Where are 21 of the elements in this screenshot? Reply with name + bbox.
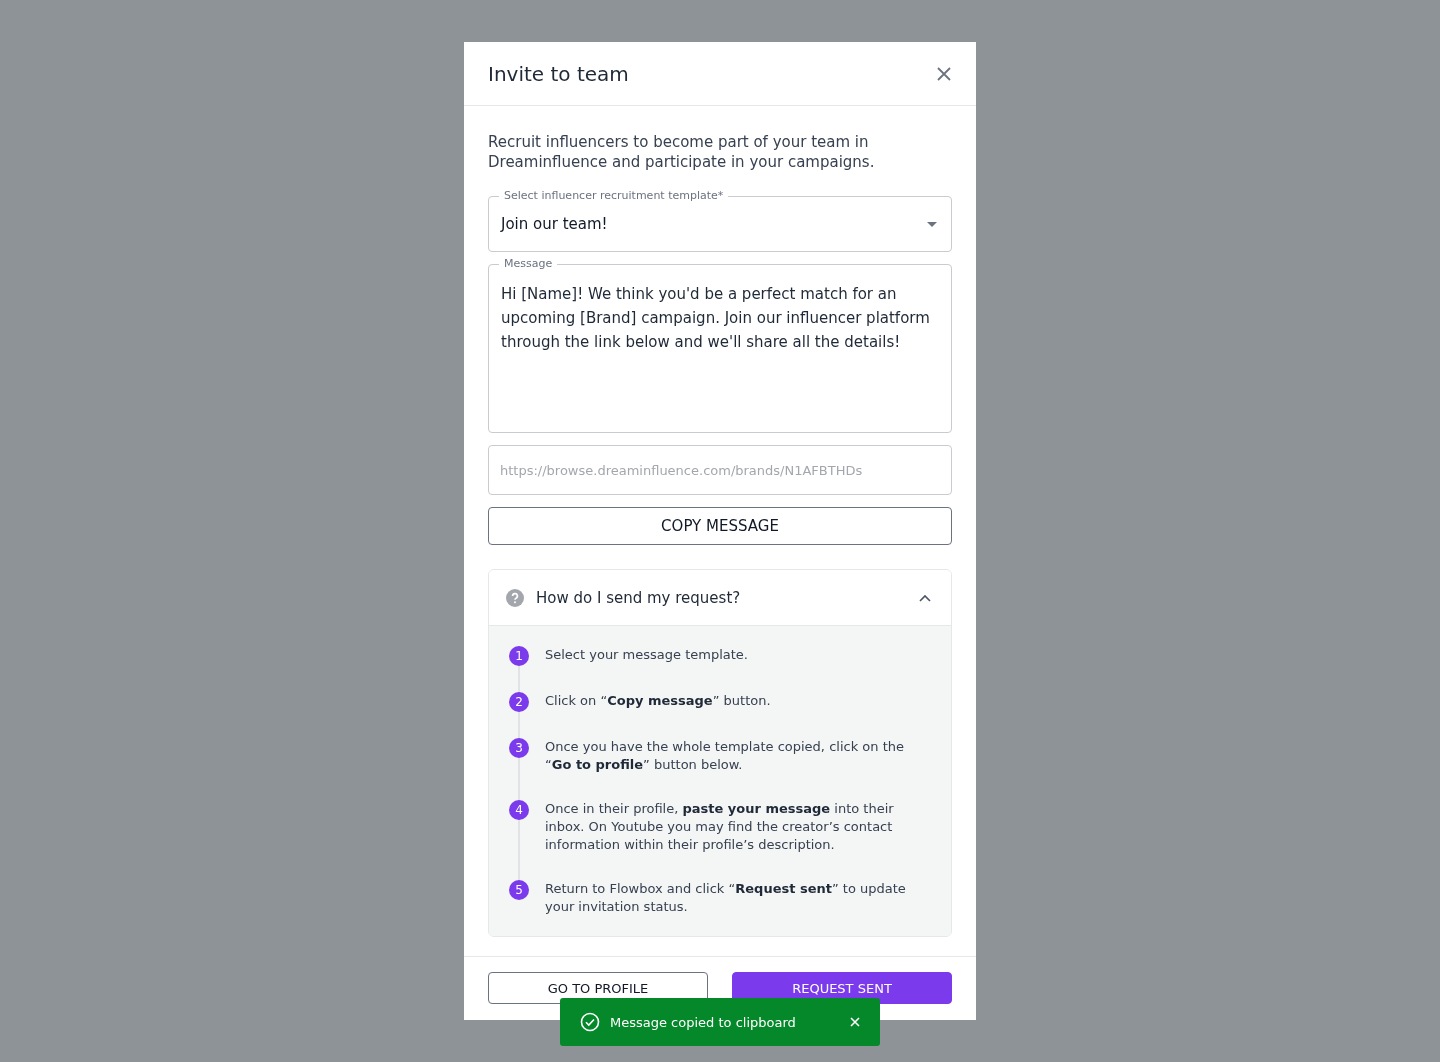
- check-circle-icon: [580, 1012, 600, 1032]
- toast-message: Message copied to clipboard: [610, 1014, 797, 1030]
- field-label: Select influencer recruitment template*: [499, 189, 729, 203]
- step-text: Once you have the whole template copied, click on the “Go to profile” button below.: [545, 738, 905, 774]
- field-label: Message: [499, 257, 558, 271]
- step-number: 2: [509, 692, 529, 712]
- help-icon: [506, 588, 524, 607]
- caret-icon: [927, 221, 937, 227]
- step-number: 5: [509, 880, 529, 900]
- close-icon[interactable]: [936, 65, 952, 82]
- copy-message-button[interactable]: COPY MESSAGE: [488, 507, 952, 545]
- chevron-icon: [919, 593, 931, 602]
- dialog-title: Invite to team: [488, 61, 629, 86]
- step-text: Return to Flowbox and click “Request sent” to update your invitation status.: [545, 880, 907, 916]
- step-text: Click on “Copy message” button.: [545, 692, 771, 710]
- step-number: 1: [509, 646, 529, 666]
- step-number: 4: [509, 800, 529, 820]
- dialog-description: Recruit influencers to become part of your team in Dreaminfluence and participate in your campaigns.: [488, 132, 876, 172]
- step-text: Once in their profile, paste your message into their inbox. On Youtube you may find the creator’s contact information within their profile’s description.: [545, 800, 895, 854]
- step-number: 3: [509, 738, 529, 758]
- step-text: Select your message template.: [545, 646, 748, 664]
